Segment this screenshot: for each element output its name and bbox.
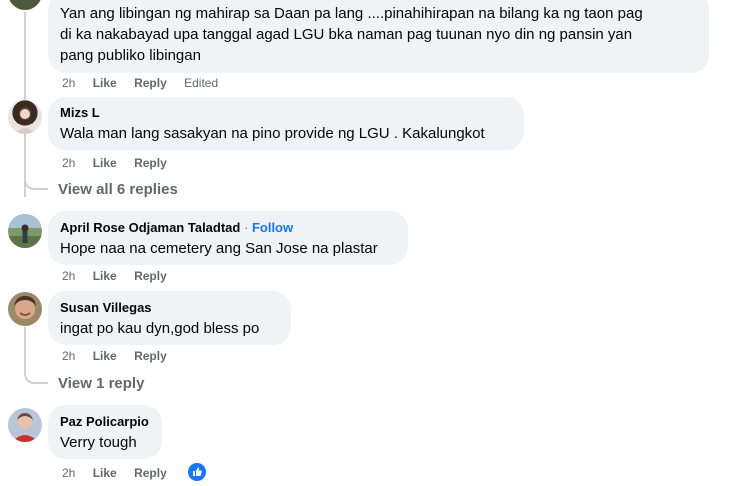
comment-time[interactable]: 2h <box>62 269 75 283</box>
like-button[interactable]: Like <box>93 466 117 480</box>
edited-label[interactable]: Edited <box>184 76 218 90</box>
thread-line <box>24 135 26 175</box>
comment-bubble: Paz Policarpio Verry tough <box>48 405 162 459</box>
comment-text-line: di ka nakabayad upa tanggal agad LGU bka… <box>60 26 633 43</box>
reply-button[interactable]: Reply <box>134 349 167 363</box>
comment-author[interactable]: Paz Policarpio <box>60 413 150 430</box>
view-replies-link[interactable]: View all 6 replies <box>58 180 178 200</box>
avatar-woman-red-top-icon <box>8 408 42 442</box>
comment-author[interactable]: Mizs L <box>60 104 512 121</box>
follow-button[interactable]: Follow <box>252 220 293 235</box>
comment-time[interactable]: 2h <box>62 76 75 90</box>
reply-button[interactable]: Reply <box>134 76 167 90</box>
avatar[interactable] <box>8 214 42 248</box>
comment-bubble: April Rose Odjaman Taladtad · Follow Hop… <box>48 211 408 265</box>
avatar-woman-portrait-icon <box>14 105 36 134</box>
avatar-outdoor-photo-icon <box>8 214 42 248</box>
comment-actions: 2h Like Reply <box>62 268 181 284</box>
comment-bubble: Mizs L Wala man lang sasakyan na pino pr… <box>48 97 524 150</box>
comment-text-line: pang publiko libingan <box>60 47 201 64</box>
like-button[interactable]: Like <box>93 76 117 90</box>
like-button[interactable]: Like <box>93 349 117 363</box>
like-reaction-icon[interactable] <box>188 463 206 481</box>
comment-time[interactable]: 2h <box>62 349 75 363</box>
comment-author[interactable]: April Rose Odjaman Taladtad <box>60 220 240 235</box>
comment-time[interactable]: 2h <box>62 466 75 480</box>
separator-dot: · <box>243 220 249 235</box>
comment-text: ingat po kau dyn,god bless po <box>60 320 260 337</box>
comment-author[interactable]: Susan Villegas <box>60 299 279 316</box>
comment-bubble: Yan ang libingan ng mahirap sa Daan pa l… <box>48 0 709 73</box>
comment-text-line: Yan ang libingan ng mahirap sa Daan pa l… <box>60 5 643 22</box>
thread-connector <box>24 364 48 384</box>
comment-text: Hope naa na cemetery ang San Jose na pla… <box>60 240 378 257</box>
thread-line <box>24 327 26 367</box>
reply-button[interactable]: Reply <box>134 156 167 170</box>
reply-button[interactable]: Reply <box>134 269 167 283</box>
comment-actions: 2h Like Reply <box>62 465 181 481</box>
comment-text: Wala man lang sasakyan na pino provide n… <box>60 125 485 142</box>
comment-actions: 2h Like Reply Edited <box>62 75 232 91</box>
avatar[interactable] <box>8 292 42 326</box>
comment-header: April Rose Odjaman Taladtad · Follow <box>60 219 396 236</box>
avatar[interactable] <box>8 408 42 442</box>
view-replies-link[interactable]: View 1 reply <box>58 374 144 394</box>
like-button[interactable]: Like <box>93 269 117 283</box>
comment-bubble: Susan Villegas ingat po kau dyn,god bles… <box>48 291 291 345</box>
avatar[interactable] <box>8 0 42 10</box>
thread-connector <box>24 170 48 190</box>
reply-button[interactable]: Reply <box>134 466 167 480</box>
avatar-woman-smiling-icon <box>8 292 42 326</box>
comment-text: Verry tough <box>60 434 137 451</box>
like-button[interactable]: Like <box>93 156 117 170</box>
comment-actions: 2h Like Reply <box>62 155 181 171</box>
comment-time[interactable]: 2h <box>62 156 75 170</box>
thumbs-up-icon <box>193 467 202 476</box>
comment-actions: 2h Like Reply <box>62 348 181 364</box>
avatar[interactable] <box>8 100 42 134</box>
